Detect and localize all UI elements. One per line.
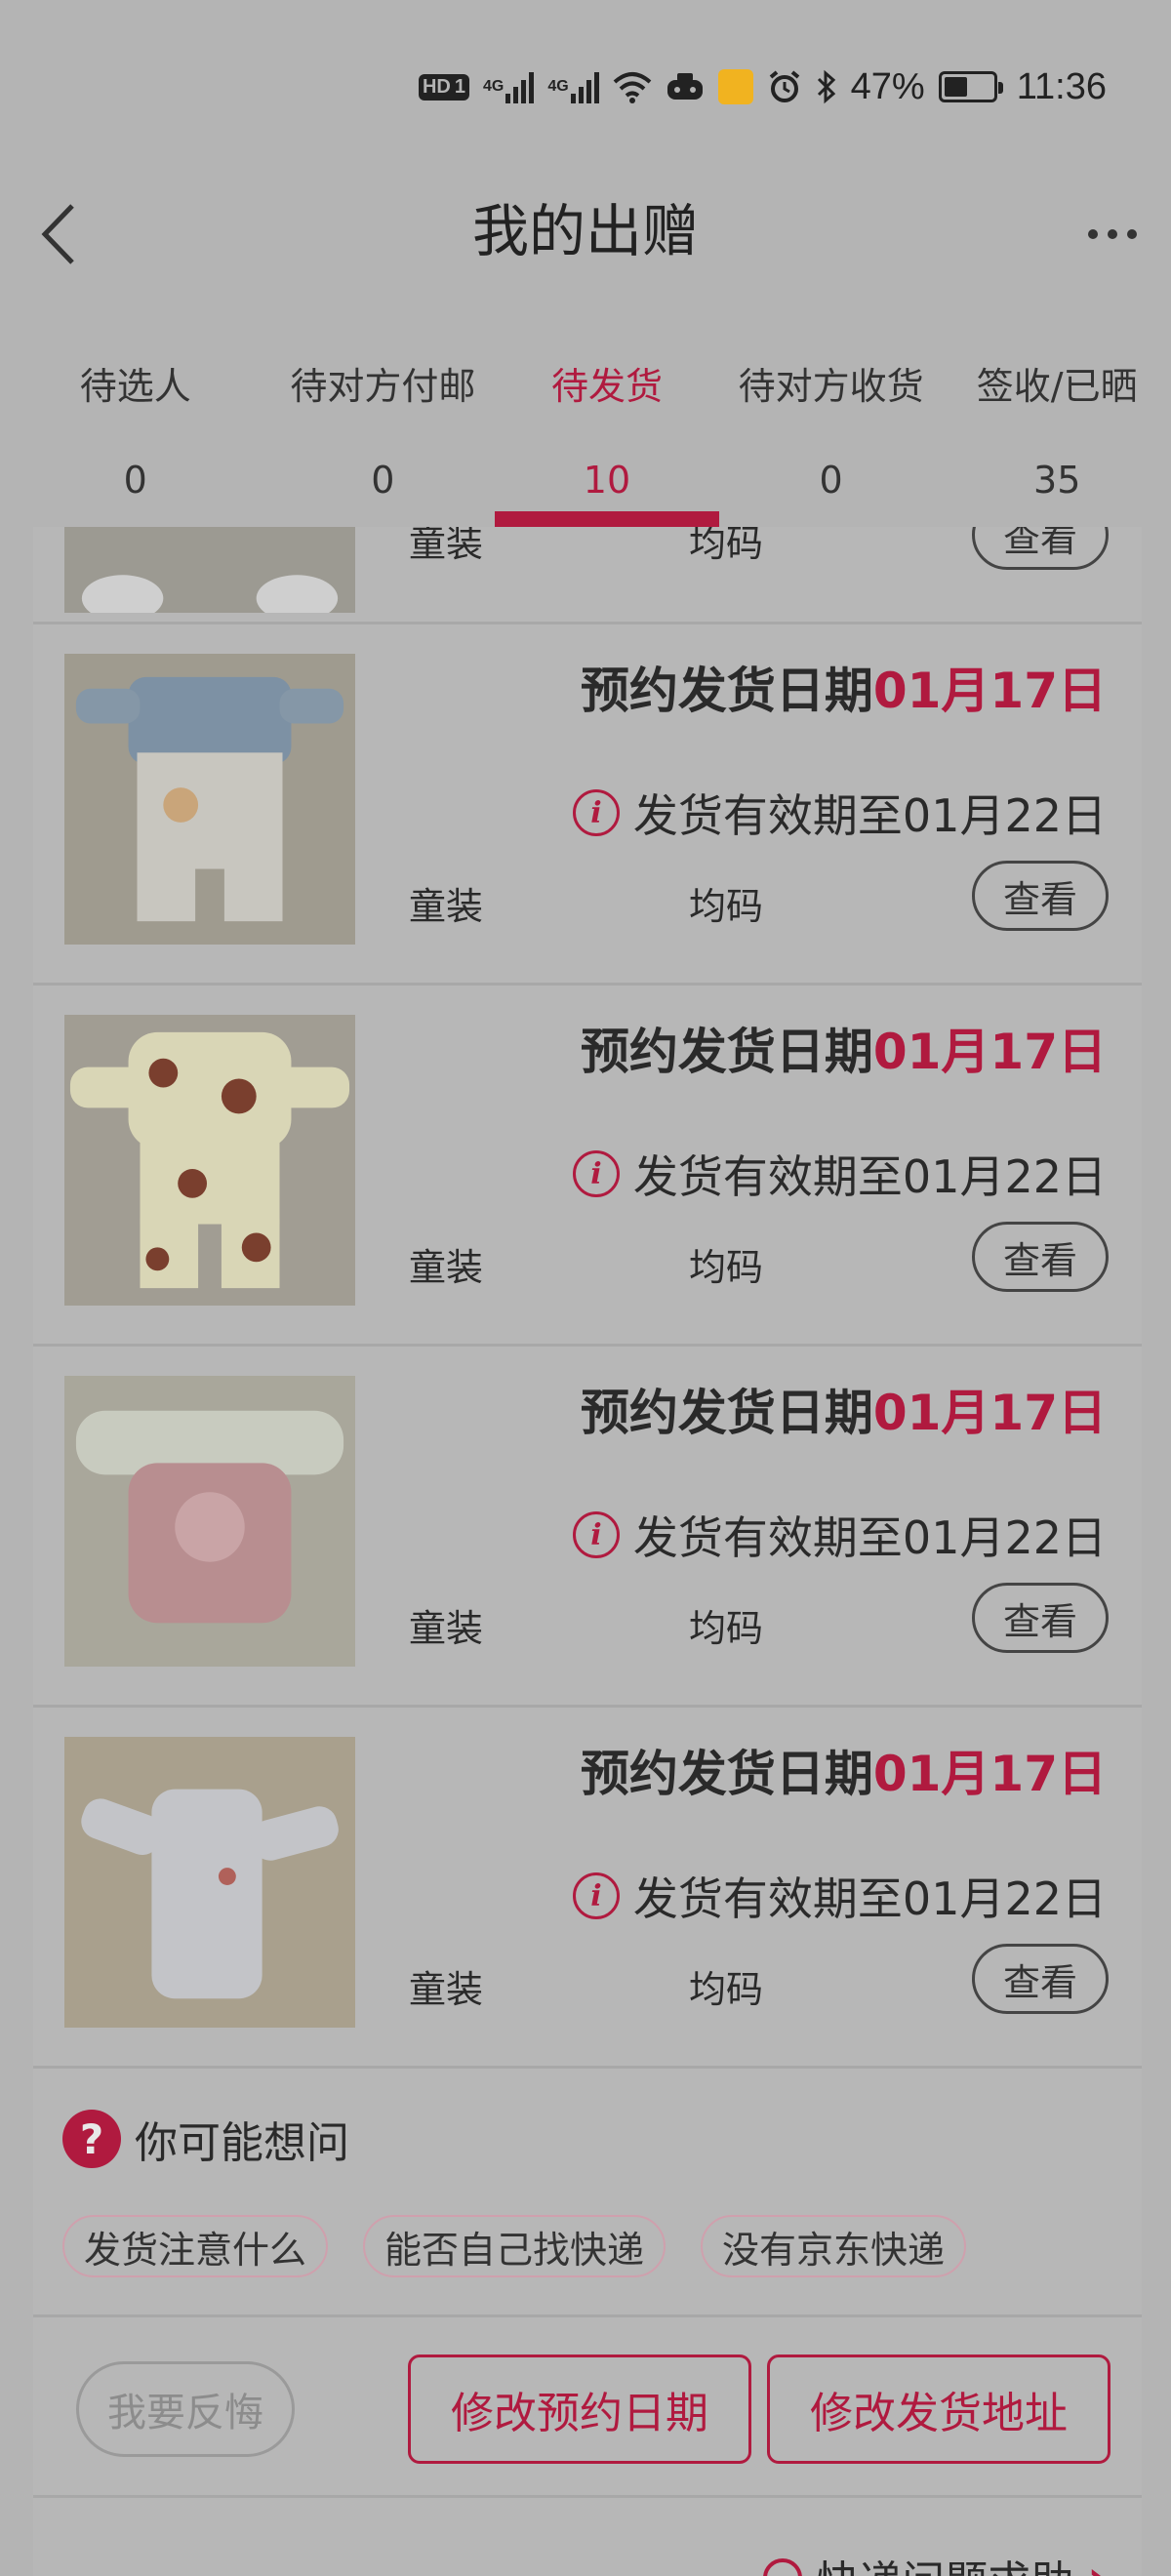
item-category: 童装: [409, 1607, 484, 1650]
signal-icon-1: 4G: [483, 70, 535, 103]
info-icon: i: [572, 1511, 620, 1558]
item-size: 均码: [689, 1607, 764, 1650]
faq-section: ? 你可能想问 发货注意什么 能否自己找快递 没有京东快递: [33, 2069, 1142, 2317]
tab-count: 35: [1033, 459, 1081, 502]
list-item: 预约发货日期01月17日 i 发货有效期至01月22日童装 均码 查看: [33, 1708, 1142, 2069]
item-photo[interactable]: [64, 527, 355, 613]
info-icon: i: [572, 1872, 620, 1919]
tab-count: 0: [371, 459, 395, 502]
regret-button[interactable]: 我要反悔: [76, 2361, 295, 2457]
item-photo[interactable]: [64, 654, 355, 945]
item-size: 均码: [689, 885, 764, 928]
item-category: 童装: [409, 1968, 484, 2011]
tab-label: 待发货: [550, 365, 663, 408]
tab-item[interactable]: 待对方付邮 0: [271, 327, 496, 527]
donation-list: 童装 均码 查看 预约发货日期01月17日 i 发货有效期至01月22日 童装 均码 查看…: [33, 527, 1142, 2576]
ship-date: 预约发货日期01月17日: [580, 1385, 1107, 1441]
question-icon: ?: [62, 2110, 121, 2168]
hd-icon: HD 1: [418, 73, 469, 101]
list-item: 预约发货日期01月17日 i 发货有效期至01月22日童装 均码 查看: [33, 986, 1142, 1347]
search-icon: [763, 2558, 803, 2576]
clock: 11:36: [1016, 65, 1107, 107]
tab-count: 0: [123, 459, 147, 502]
tab-item[interactable]: 待发货 10: [495, 327, 719, 527]
tab-item[interactable]: 待对方收货 0: [719, 327, 944, 527]
expire-info: i 发货有效期至01月22日: [572, 1503, 1107, 1567]
item-size: 均码: [689, 1246, 764, 1289]
action-bar: 我要反悔 修改预约日期 修改发货地址: [33, 2317, 1142, 2498]
express-help-link[interactable]: 快递问题求助 ›: [763, 2547, 1107, 2576]
faq-tag[interactable]: 能否自己找快递: [363, 2215, 666, 2277]
info-icon: i: [572, 1150, 620, 1197]
tab-count: 10: [583, 459, 631, 502]
faq-header: ? 你可能想问: [62, 2108, 349, 2170]
view-button[interactable]: 查看: [972, 861, 1109, 931]
expire-info: i 发货有效期至01月22日: [572, 1864, 1107, 1928]
list-item: 预约发货日期01月17日 i 发货有效期至01月22日童装 均码 查看: [33, 1347, 1142, 1708]
item-photo[interactable]: [64, 1376, 355, 1667]
item-category: 童装: [409, 885, 484, 928]
faq-title: 你可能想问: [135, 2118, 349, 2168]
more-options-icon[interactable]: [1083, 215, 1142, 254]
view-button[interactable]: 查看: [972, 1944, 1109, 2014]
tab-count: 0: [819, 459, 843, 502]
list-item: 童装 均码 查看: [33, 527, 1142, 624]
chevron-right-icon: ›: [1087, 2551, 1107, 2576]
expire-info: i 发货有效期至01月22日: [572, 781, 1107, 845]
tab-label: 待对方付邮: [290, 365, 476, 408]
ship-date: 预约发货日期01月17日: [580, 1024, 1107, 1080]
tab-label: 签收/已晒: [976, 365, 1138, 408]
tab-item[interactable]: 签收/已晒 35: [943, 327, 1171, 527]
tab-item[interactable]: 待选人 0: [0, 327, 271, 527]
item-photo[interactable]: [64, 1737, 355, 2028]
status-tabs: 待选人 0 待对方付邮 0 待发货 10 待对方收货 0 签收/已晒 35: [0, 327, 1171, 527]
game-controller-icon: [666, 70, 705, 103]
page-title: 我的出赠: [471, 198, 699, 264]
alarm-icon: [767, 69, 802, 104]
tab-active-indicator: [495, 511, 719, 527]
expire-info: i 发货有效期至01月22日: [572, 1142, 1107, 1206]
item-category: 童装: [409, 1246, 484, 1289]
faq-tag[interactable]: 没有京东快递: [701, 2215, 967, 2277]
help-label: 快递问题求助: [816, 2547, 1073, 2576]
item-size: 均码: [689, 527, 764, 565]
signal-icon-2: 4G: [547, 70, 599, 103]
info-icon: i: [572, 789, 620, 836]
faq-tags: 发货注意什么 能否自己找快递 没有京东快递: [62, 2215, 967, 2277]
view-button[interactable]: 查看: [972, 1583, 1109, 1653]
tab-label: 待对方收货: [738, 365, 924, 408]
ship-date: 预约发货日期01月17日: [580, 1746, 1107, 1802]
battery-icon: [938, 71, 1003, 102]
item-photo[interactable]: [64, 1015, 355, 1306]
wifi-icon: [613, 70, 652, 103]
faq-tag[interactable]: 发货注意什么: [62, 2215, 329, 2277]
item-size: 均码: [689, 1968, 764, 2011]
change-date-button[interactable]: 修改预约日期: [408, 2355, 751, 2464]
status-icons: HD 1 4G 4G 47% 11:36: [418, 62, 1107, 111]
bluetooth-icon: [816, 69, 837, 104]
battery-percent: 47%: [850, 65, 925, 107]
view-button[interactable]: 查看: [972, 1222, 1109, 1292]
status-bar: HD 1 4G 4G 47% 11:36: [0, 0, 1171, 166]
view-button[interactable]: 查看: [972, 527, 1109, 570]
tab-label: 待选人: [79, 365, 191, 408]
ship-date: 预约发货日期01月17日: [580, 663, 1107, 719]
item-category: 童装: [409, 527, 484, 565]
list-item: 预约发货日期01月17日 i 发货有效期至01月22日童装 均码 查看: [33, 624, 1142, 986]
nav-header: 我的出赠: [0, 166, 1171, 312]
help-row: 快递问题求助 ›: [33, 2498, 1142, 2576]
app-notification-icon: [717, 69, 753, 104]
change-address-button[interactable]: 修改发货地址: [767, 2355, 1110, 2464]
